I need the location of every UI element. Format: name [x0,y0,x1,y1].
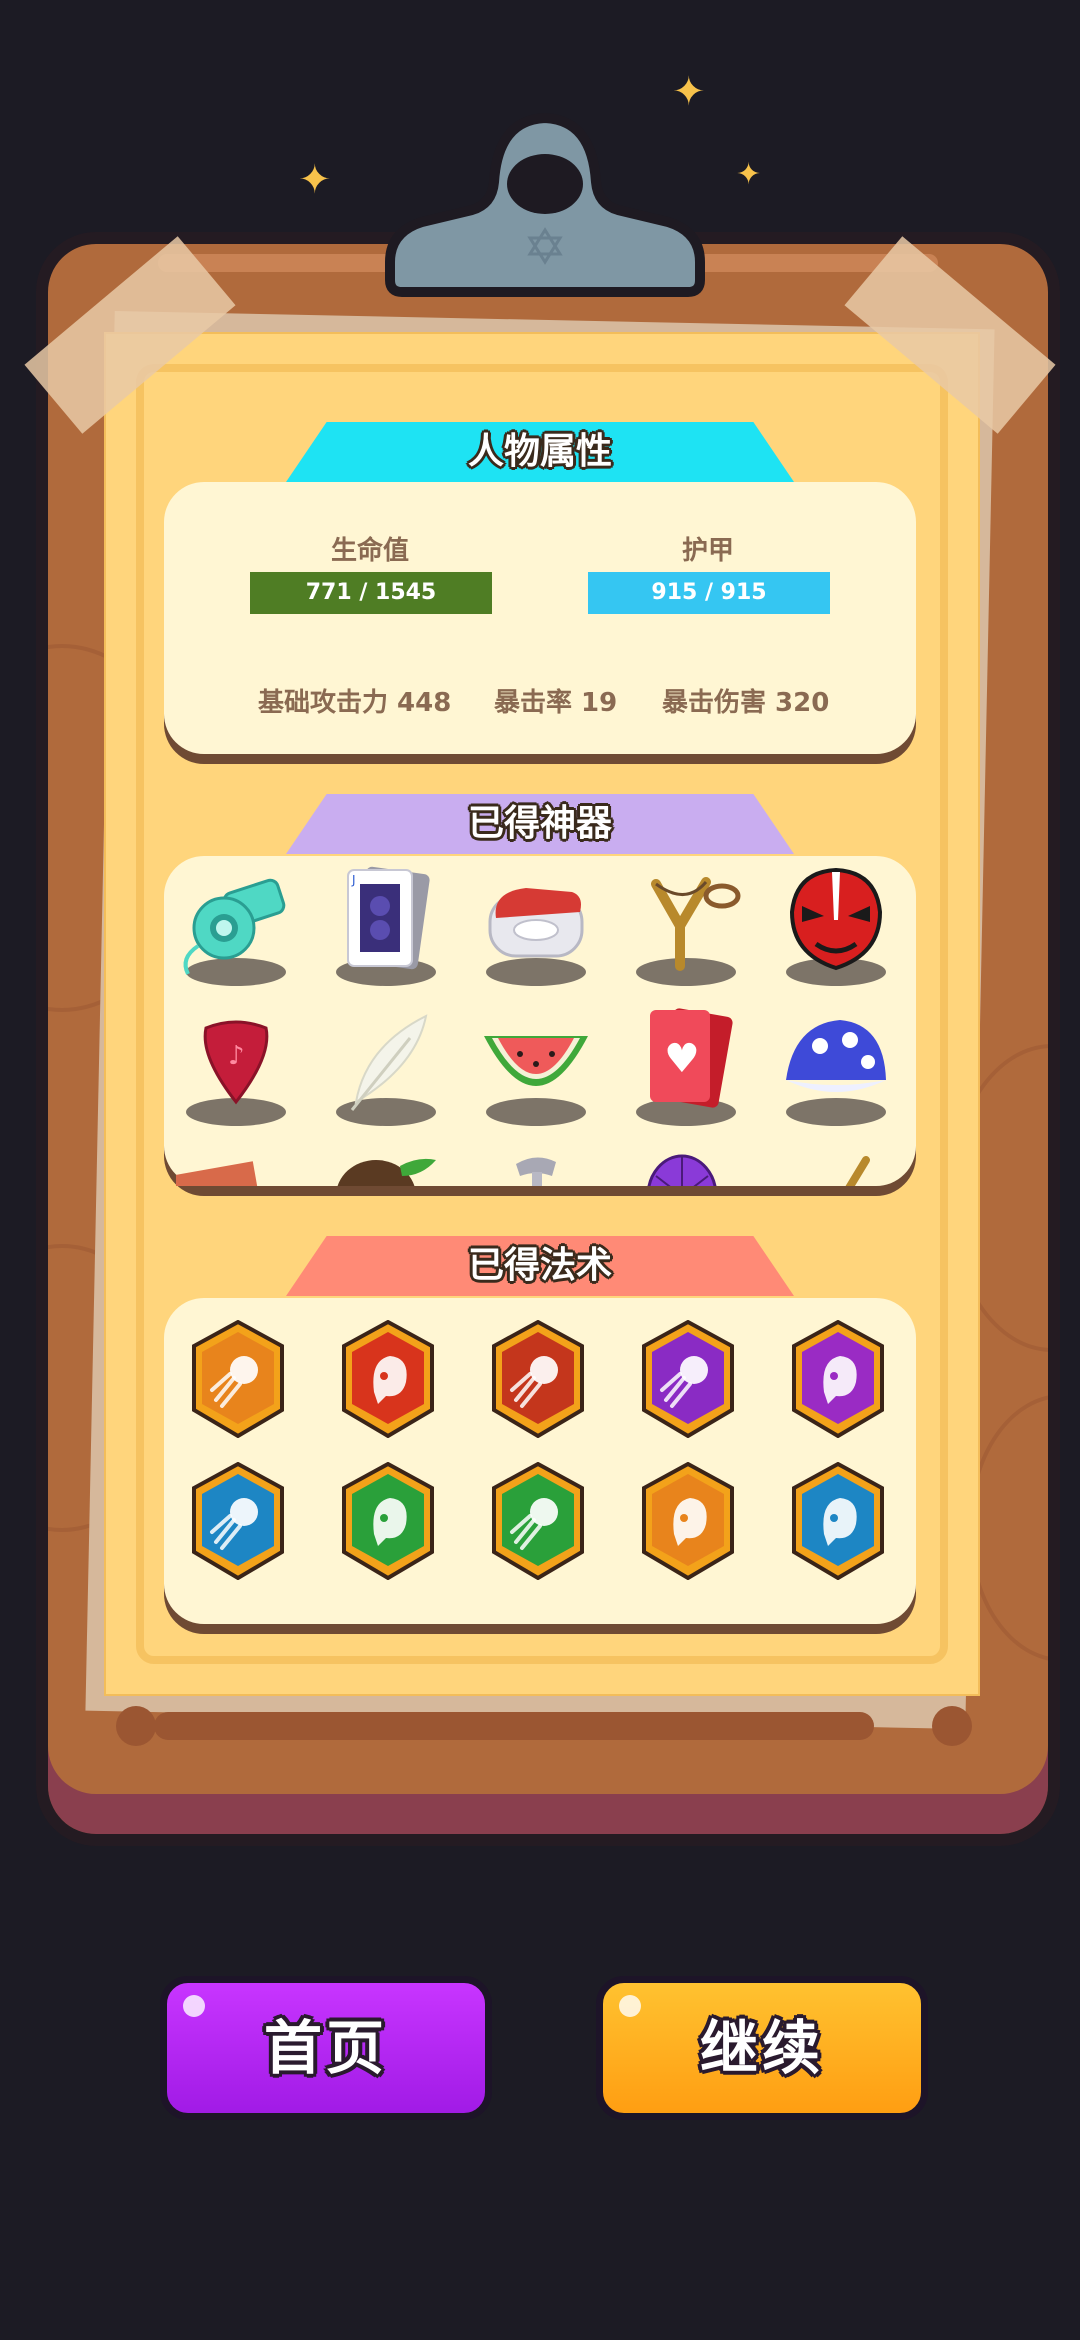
hp-label: 生命值 [330,536,409,566]
hammer-icon[interactable] [476,1146,596,1186]
fireball-icon[interactable] [190,1461,286,1581]
attack-stat: 基础攻击力 448 [258,688,452,718]
opera-mask-icon[interactable] [776,866,896,986]
coconut-icon[interactable] [326,1146,446,1186]
blue-shell-icon[interactable] [776,1006,896,1126]
sparkle-icon: ✦ [672,69,706,115]
clipboard-clip [385,112,705,297]
wood-grain [968,1394,1048,1662]
heart-cards-icon[interactable]: ♥ [626,1006,746,1126]
stick-icon[interactable] [776,1146,896,1186]
artifacts-scroll-area[interactable]: J ♪ ♥ [164,856,916,1186]
ghost-icon[interactable] [340,1461,436,1581]
board-bottom-bar [154,1712,874,1740]
ghost-icon[interactable] [340,1319,436,1439]
board-screw [116,1706,156,1746]
guitar-pick-icon[interactable]: ♪ [176,1006,296,1126]
ghost-icon[interactable] [790,1461,886,1581]
continue-button[interactable]: 继续 [596,1976,928,2120]
artifacts-header: 已得神器 [286,794,794,854]
crit-rate-stat: 暴击率 19 [494,688,618,718]
armor-label: 护甲 [681,536,734,566]
fireball-icon[interactable] [640,1319,736,1439]
armor-value: 915 / 915 [651,580,767,605]
ghost-icon[interactable] [640,1461,736,1581]
slingshot-icon[interactable] [626,866,746,986]
ghost-icon[interactable] [790,1319,886,1439]
watermelon-icon[interactable] [476,1006,596,1126]
hp-bar: 771 / 1545 [250,572,492,614]
armor-bar: 915 / 915 [588,572,830,614]
crit-damage-stat: 暴击伤害 320 [662,688,830,718]
playing-card-icon[interactable]: J [326,866,446,986]
svg-text:♥: ♥ [664,1036,700,1082]
spells-header: 已得法术 [286,1236,794,1296]
net-icon[interactable] [626,1146,746,1186]
ruler-icon[interactable] [176,1146,296,1186]
home-button[interactable]: 首页 [160,1976,492,2120]
hp-value: 771 / 1545 [305,580,437,605]
fireball-icon[interactable] [490,1319,586,1439]
svg-text:J: J [351,873,356,887]
fireball-icon[interactable] [490,1461,586,1581]
earbuds-icon[interactable] [476,866,596,986]
stats-header: 人物属性 [286,422,794,482]
fireball-icon[interactable] [190,1319,286,1439]
board-screw [932,1706,972,1746]
whistle-icon[interactable] [176,866,296,986]
feather-icon[interactable] [326,1006,446,1126]
sparkle-icon: ✦ [736,157,762,192]
sparkle-icon: ✦ [298,157,332,203]
svg-text:♪: ♪ [228,1041,245,1071]
